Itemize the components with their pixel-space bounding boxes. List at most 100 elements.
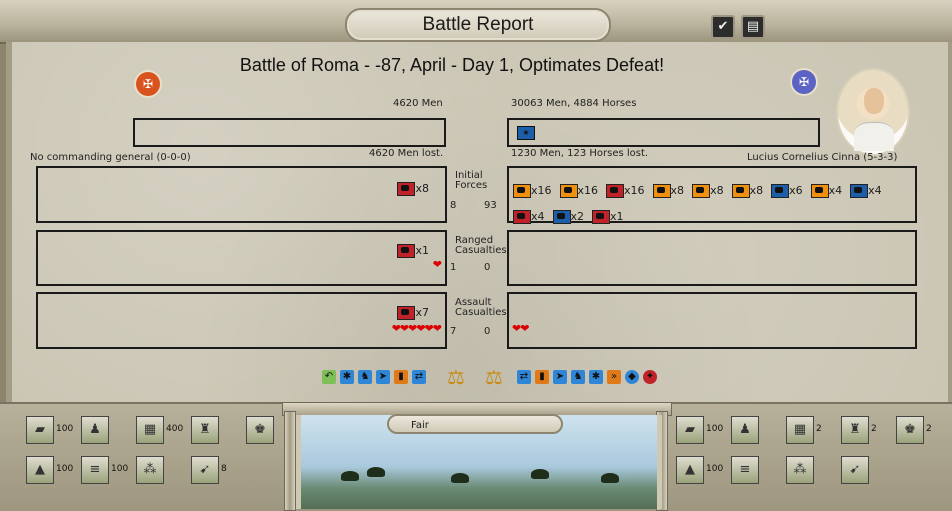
road-icon[interactable]: ≡ <box>81 456 109 484</box>
unit-stack[interactable]: x8 <box>397 178 437 197</box>
terrain-hill-icon[interactable]: ▲ <box>26 456 54 484</box>
archer-icon[interactable]: ➹ <box>191 456 219 484</box>
unit-type-icon <box>850 183 869 198</box>
terrain-modifier-value: 100 <box>56 424 74 434</box>
unit-type-icon <box>692 183 711 198</box>
right-commander-box[interactable]: ★ <box>507 118 820 147</box>
cavalry-icon[interactable]: ♞ <box>571 370 585 384</box>
unit-stack[interactable]: x4 <box>513 207 553 226</box>
unit-stack[interactable]: x1 <box>592 207 632 226</box>
tree-icon <box>601 473 619 483</box>
skirmish-icon[interactable]: ✱ <box>589 370 603 384</box>
unit-count: x8 <box>749 183 764 197</box>
left-ranged-hearts: ❤ <box>432 258 442 271</box>
unit-stack[interactable]: x16 <box>559 180 607 199</box>
maneuver-icon[interactable]: ⇄ <box>412 370 426 384</box>
unit-count: x8 <box>670 183 685 197</box>
unit-count: x16 <box>624 183 645 197</box>
unit-count: x4 <box>868 183 882 197</box>
unit-count: x4 <box>828 183 843 197</box>
left-lost: 4620 Men lost. <box>369 148 444 159</box>
soldier-icon[interactable]: ♟ <box>731 416 759 444</box>
soldier-icon[interactable]: ♟ <box>81 416 109 444</box>
unit-type-icon <box>552 210 571 224</box>
flank-icon[interactable]: ↶ <box>322 370 336 384</box>
unit-stack[interactable]: x8 <box>731 180 772 199</box>
terrain-modifier-value: 8 <box>221 464 227 474</box>
tree-icon <box>531 469 549 479</box>
assault-right-count: 0 <box>484 326 491 337</box>
left-initial-forces: x8 <box>36 166 447 223</box>
fortified-camp-icon[interactable]: ▦ <box>786 416 814 444</box>
tree-icon <box>451 473 469 483</box>
terrain-modifier-value: 100 <box>706 464 724 474</box>
infantry-icon[interactable]: ▮ <box>394 370 408 384</box>
formation-icon[interactable]: ⁂ <box>136 456 164 484</box>
maneuver-icon[interactable]: ⇄ <box>517 370 531 384</box>
unit-stack[interactable]: x16 <box>513 180 560 199</box>
right-initial-forces: x16 x16 x16 x8 x8 x8 x6 x4 x4 x4 x2 x1 <box>507 166 917 226</box>
unit-stack[interactable]: x1 <box>397 240 437 259</box>
unit-stack[interactable]: x8 <box>652 180 693 199</box>
unit-count: x16 <box>577 183 599 197</box>
morale-icon[interactable]: ✦ <box>643 370 657 384</box>
unit-stack[interactable]: x16 <box>606 180 653 199</box>
scales-icon: ⚖ <box>447 365 465 389</box>
initial-forces-label: Initial Forces <box>455 170 488 191</box>
fortified-camp-icon[interactable]: ▦ <box>136 416 164 444</box>
left-commander-box[interactable] <box>133 118 446 147</box>
window-title: Battle Report <box>345 8 611 42</box>
archer-icon[interactable]: ➹ <box>841 456 869 484</box>
unit-type-icon <box>810 183 829 198</box>
advance-icon[interactable]: » <box>607 370 621 384</box>
terrain-plain-icon[interactable]: ▰ <box>676 416 704 444</box>
unit-stack[interactable]: x4 <box>850 180 890 199</box>
charge-icon[interactable]: ➤ <box>553 370 567 384</box>
unit-stack[interactable]: x7 <box>397 302 437 321</box>
assault-casualties-label: Assault Casualties <box>455 297 507 318</box>
right-men: 30063 Men, 4884 Horses <box>511 98 637 109</box>
unit-count: x7 <box>415 306 429 319</box>
scales-icon: ⚖ <box>485 365 503 389</box>
terrain-modifier-value: 400 <box>166 424 184 434</box>
unit-type-icon <box>559 183 578 198</box>
ranged-right-count: 0 <box>484 262 491 273</box>
unit-type-icon <box>606 183 625 198</box>
general-portrait[interactable] <box>836 68 910 156</box>
unit-type-icon <box>397 305 416 320</box>
terrain-hill-icon[interactable]: ▲ <box>676 456 704 484</box>
charge-icon[interactable]: ➤ <box>376 370 390 384</box>
left-general: No commanding general (0-0-0) <box>30 152 191 163</box>
initial-left-count: 8 <box>450 200 457 211</box>
terrain-modifier-value: 2 <box>816 424 822 434</box>
terrain-modifier-value: 100 <box>56 464 74 474</box>
shield-icon[interactable]: ◆ <box>625 370 639 384</box>
terrain-plain-icon[interactable]: ▰ <box>26 416 54 444</box>
general-icon[interactable]: ♚ <box>896 416 924 444</box>
cavalry-icon[interactable]: ♞ <box>358 370 372 384</box>
legion-icon[interactable]: ♜ <box>841 416 869 444</box>
eagle-standard-icon: ✠ <box>792 70 816 94</box>
general-icon[interactable]: ♚ <box>246 416 274 444</box>
left-column <box>284 411 296 511</box>
unit-stack[interactable]: x4 <box>810 180 851 199</box>
ledger-icon[interactable]: ▤ <box>741 15 765 39</box>
tree-icon <box>341 471 359 481</box>
terrain-modifier-value: 100 <box>111 464 129 474</box>
infantry-icon[interactable]: ▮ <box>535 370 549 384</box>
right-assault-hearts: ❤❤ <box>512 322 529 335</box>
general-star-icon[interactable]: ★ <box>517 126 535 140</box>
terrain-modifier-value: 2 <box>871 424 877 434</box>
unit-stack[interactable]: x8 <box>692 180 732 199</box>
unit-stack[interactable]: x2 <box>552 207 593 226</box>
unit-count: x1 <box>610 210 624 223</box>
formation-icon[interactable]: ⁂ <box>786 456 814 484</box>
checkmark-icon[interactable]: ✔ <box>711 15 735 39</box>
assault-left-count: 7 <box>450 326 457 337</box>
tree-icon <box>367 467 385 477</box>
unit-stack[interactable]: x6 <box>771 180 811 199</box>
road-icon[interactable]: ≡ <box>731 456 759 484</box>
right-lost: 1230 Men, 123 Horses lost. <box>511 148 649 159</box>
legion-icon[interactable]: ♜ <box>191 416 219 444</box>
skirmish-icon[interactable]: ✱ <box>340 370 354 384</box>
